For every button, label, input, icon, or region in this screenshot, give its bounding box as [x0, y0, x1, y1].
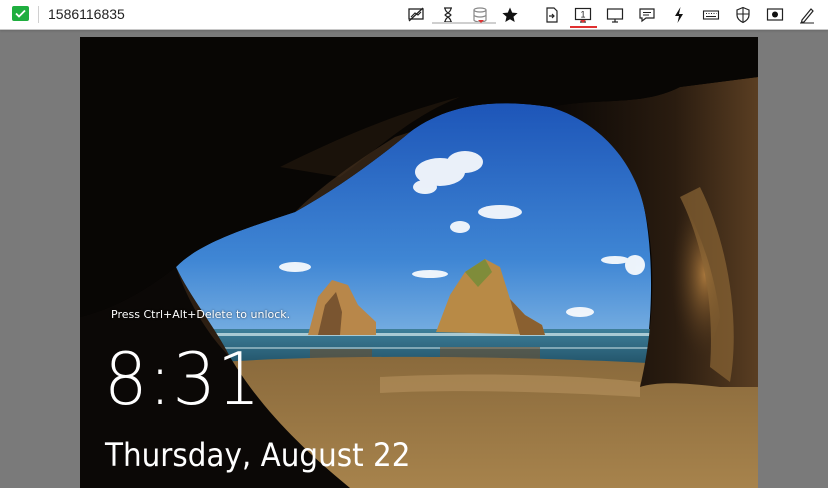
screen-icon[interactable] — [603, 3, 627, 27]
chat-icon[interactable] — [635, 3, 659, 27]
toolbar-group-underline — [432, 22, 496, 24]
monitor-select-icon[interactable]: 1 — [571, 3, 595, 27]
file-transfer-icon[interactable] — [540, 3, 564, 27]
active-tab-underline — [570, 26, 597, 28]
toolbar-divider — [38, 6, 39, 23]
record-icon[interactable] — [763, 3, 787, 27]
database-dropdown-caret[interactable] — [478, 20, 484, 23]
keyboard-icon[interactable] — [699, 3, 723, 27]
monitor-number: 1 — [580, 10, 585, 20]
shield-icon[interactable] — [731, 3, 755, 27]
lock-screen-date: Thursday, August 22 — [105, 436, 411, 474]
hide-wallpaper-icon[interactable] — [404, 3, 428, 27]
monitor-dropdown-caret[interactable] — [580, 20, 586, 23]
connection-status-icon[interactable] — [12, 6, 29, 21]
action-lightning-icon[interactable] — [667, 3, 691, 27]
session-id: 1586116835 — [48, 6, 125, 22]
lock-screen-time: 8:31 — [104, 337, 262, 421]
star-icon[interactable] — [498, 3, 522, 27]
remote-toolbar: 1586116835 1 — [0, 0, 828, 30]
pen-icon[interactable] — [795, 3, 819, 27]
unlock-hint: Press Ctrl+Alt+Delete to unlock. — [111, 308, 291, 321]
remote-desktop-view[interactable]: Press Ctrl+Alt+Delete to unlock. 8:31 Th… — [80, 37, 758, 488]
